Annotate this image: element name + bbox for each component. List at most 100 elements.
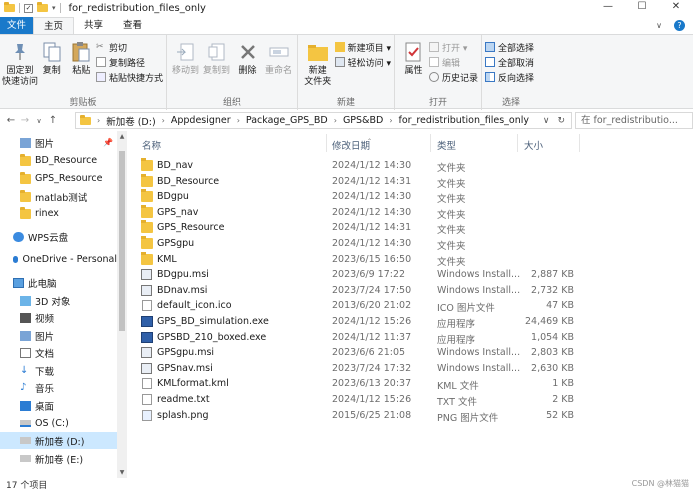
- select-all-button[interactable]: 全部选择: [485, 41, 534, 54]
- open-button[interactable]: 打开 ▾: [428, 41, 478, 54]
- history-button[interactable]: 历史记录: [428, 71, 478, 84]
- nav-item-3d-objects[interactable]: 3D 对象: [0, 292, 117, 309]
- file-row[interactable]: GPSgpu 2024/1/12 14:30 文件夹: [137, 236, 579, 252]
- column-divider[interactable]: [579, 134, 580, 152]
- select-none-icon: [485, 57, 495, 67]
- file-row[interactable]: GPSBD_210_boxed.exe 2024/1/12 11:37 应用程序 1,…: [137, 330, 579, 346]
- column-header-size[interactable]: 大小: [524, 138, 543, 152]
- breadcrumb-item[interactable]: 新加卷 (D:): [106, 114, 155, 128]
- file-row[interactable]: GPSgpu.msi 2023/6/6 21:05 Windows Install.…: [137, 345, 579, 361]
- forward-arrow-icon[interactable]: →: [18, 115, 32, 126]
- nav-item-matlab-test[interactable]: matlab测试: [0, 188, 117, 205]
- file-row[interactable]: BDnav.msi 2023/7/24 17:50 Windows Install.…: [137, 283, 579, 299]
- select-none-button[interactable]: 全部取消: [485, 56, 534, 69]
- customize-toolbar-chevron-icon[interactable]: ▾: [52, 4, 56, 12]
- breadcrumb-item[interactable]: Package_GPS_BD: [246, 115, 328, 126]
- nav-item-drive-d[interactable]: 新加卷 (D:): [0, 432, 117, 449]
- breadcrumb-item[interactable]: for_redistribution_files_only: [399, 115, 530, 126]
- folder-icon: [141, 251, 153, 265]
- easy-access-button[interactable]: 轻松访问 ▾: [334, 56, 391, 69]
- collapse-ribbon-icon[interactable]: ∨: [656, 21, 662, 30]
- file-row[interactable]: GPS_Resource 2024/1/12 14:31 文件夹: [137, 220, 579, 236]
- recent-chevron-icon[interactable]: ∨: [32, 117, 46, 125]
- column-divider[interactable]: [430, 134, 431, 152]
- nav-item-this-pc[interactable]: 此电脑: [0, 274, 117, 291]
- address-history-chevron-icon[interactable]: ∨: [543, 116, 550, 126]
- breadcrumb-separator-icon: ›: [97, 116, 101, 125]
- nav-item-onedrive[interactable]: OneDrive - Personal: [0, 251, 117, 268]
- tab-home[interactable]: 主页: [33, 17, 75, 34]
- column-header-date[interactable]: 修改日期: [332, 138, 370, 152]
- search-input[interactable]: 在 for_redistributio...: [575, 112, 693, 129]
- breadcrumb-item[interactable]: Appdesigner: [171, 115, 231, 126]
- invert-selection-button[interactable]: 反向选择: [485, 71, 534, 84]
- folder-icon: [20, 206, 31, 219]
- ribbon-tabs: 文件 主页 共享 查看 ∨ ?: [0, 17, 693, 34]
- tab-file[interactable]: 文件: [0, 17, 33, 34]
- file-name: GPSgpu.msi: [157, 347, 215, 359]
- column-divider[interactable]: [326, 134, 327, 152]
- nav-item-music[interactable]: ♪ 音乐: [0, 379, 117, 396]
- nav-item-pictures[interactable]: 图片: [0, 327, 117, 344]
- nav-item-drive-e[interactable]: 新加卷 (E:): [0, 450, 117, 467]
- scroll-up-icon[interactable]: ▲: [117, 133, 127, 140]
- tab-view[interactable]: 查看: [113, 17, 152, 34]
- help-icon[interactable]: ?: [674, 20, 685, 31]
- nav-item-documents[interactable]: 文档: [0, 344, 117, 361]
- file-row[interactable]: GPS_nav 2024/1/12 14:30 文件夹: [137, 204, 579, 221]
- file-row[interactable]: KMLformat.kml 2023/6/13 20:37 KML 文件 1 KB: [137, 376, 579, 392]
- refresh-icon[interactable]: ↻: [557, 116, 565, 126]
- file-row[interactable]: readme.txt 2024/1/12 15:26 TXT 文件 2 KB: [137, 392, 579, 408]
- back-arrow-icon[interactable]: ←: [4, 115, 18, 126]
- nav-scrollbar[interactable]: ▲ ▼: [117, 131, 127, 478]
- maximize-button[interactable]: ☐: [625, 0, 659, 16]
- column-header-name[interactable]: 名称: [142, 138, 161, 152]
- file-row[interactable]: splash.png 2015/6/25 21:08 PNG 图片文件 52 KB: [137, 408, 579, 424]
- file-size: 47 KB: [546, 300, 574, 312]
- file-date: 2024/1/12 15:26: [332, 394, 412, 405]
- nav-item-label: GPS_Resource: [35, 173, 103, 184]
- file-name: default_icon.ico: [157, 300, 232, 312]
- scrollbar-thumb[interactable]: [119, 151, 125, 331]
- file-type: Windows Install...: [437, 269, 521, 281]
- column-header-type[interactable]: 类型: [437, 138, 456, 152]
- nav-item-videos[interactable]: 视频: [0, 309, 117, 326]
- close-button[interactable]: ✕: [659, 0, 693, 16]
- paste-shortcut-button[interactable]: 粘贴快捷方式: [95, 71, 163, 84]
- tab-share[interactable]: 共享: [74, 17, 113, 34]
- scroll-down-icon[interactable]: ▼: [117, 469, 127, 476]
- edit-button[interactable]: 编辑: [428, 56, 478, 69]
- drive-icon: [20, 455, 31, 462]
- nav-item-pictures-pinned[interactable]: 图片 📌: [0, 134, 117, 151]
- file-row[interactable]: BD_nav 2024/1/12 14:30 文件夹: [137, 158, 579, 174]
- nav-item-rinex[interactable]: rinex: [0, 205, 117, 222]
- file-row[interactable]: default_icon.ico 2013/6/20 21:02 ICO 图片文件 4…: [137, 298, 579, 314]
- column-divider[interactable]: [517, 134, 518, 152]
- file-row[interactable]: BD_Resource 2024/1/12 14:31 文件夹: [137, 173, 579, 190]
- new-item-button[interactable]: 新建项目 ▾: [334, 41, 391, 54]
- nav-item-wps-cloud[interactable]: WPS云盘: [0, 228, 117, 245]
- address-bar[interactable]: › 新加卷 (D:) › Appdesigner › Package_GPS_B…: [75, 112, 572, 129]
- file-row[interactable]: KML 2023/6/15 16:50 文件夹: [137, 251, 579, 268]
- file-row[interactable]: GPSnav.msi 2023/7/24 17:32 Windows Install…: [137, 361, 579, 377]
- file-row[interactable]: BDgpu 2024/1/12 14:30 文件夹: [137, 189, 579, 205]
- minimize-button[interactable]: —: [591, 0, 625, 16]
- organize-group: 移动到 复制到 删除 重命名 组织: [167, 35, 298, 110]
- cut-button[interactable]: ✂ 剪切: [96, 41, 163, 54]
- breadcrumb-item[interactable]: GPS&BD: [343, 115, 383, 126]
- file-row[interactable]: BDgpu.msi 2023/6/9 17:22 Windows Install..…: [137, 267, 579, 283]
- nav-item-downloads[interactable]: ↓ 下载: [0, 362, 117, 379]
- file-type: 文件夹: [437, 178, 466, 190]
- copy-path-button[interactable]: 复制路径: [95, 56, 163, 69]
- new-folder-quick-icon[interactable]: [37, 2, 48, 12]
- file-row[interactable]: GPS_BD_simulation.exe 2024/1/12 15:26 应用程序…: [137, 314, 579, 330]
- folder-icon: [141, 236, 153, 249]
- nav-item-desktop[interactable]: 桌面: [0, 397, 117, 414]
- properties-quick-icon[interactable]: ✓: [24, 3, 33, 13]
- nav-item-drive-c[interactable]: OS (C:): [0, 415, 117, 432]
- nav-item-gps-resource[interactable]: GPS_Resource: [0, 170, 117, 187]
- nav-item-bd-resource[interactable]: BD_Resource: [0, 152, 117, 169]
- file-type: Windows Install...: [437, 347, 521, 359]
- up-arrow-icon[interactable]: ↑: [46, 115, 60, 126]
- file-date: 2024/1/12 11:37: [332, 331, 412, 343]
